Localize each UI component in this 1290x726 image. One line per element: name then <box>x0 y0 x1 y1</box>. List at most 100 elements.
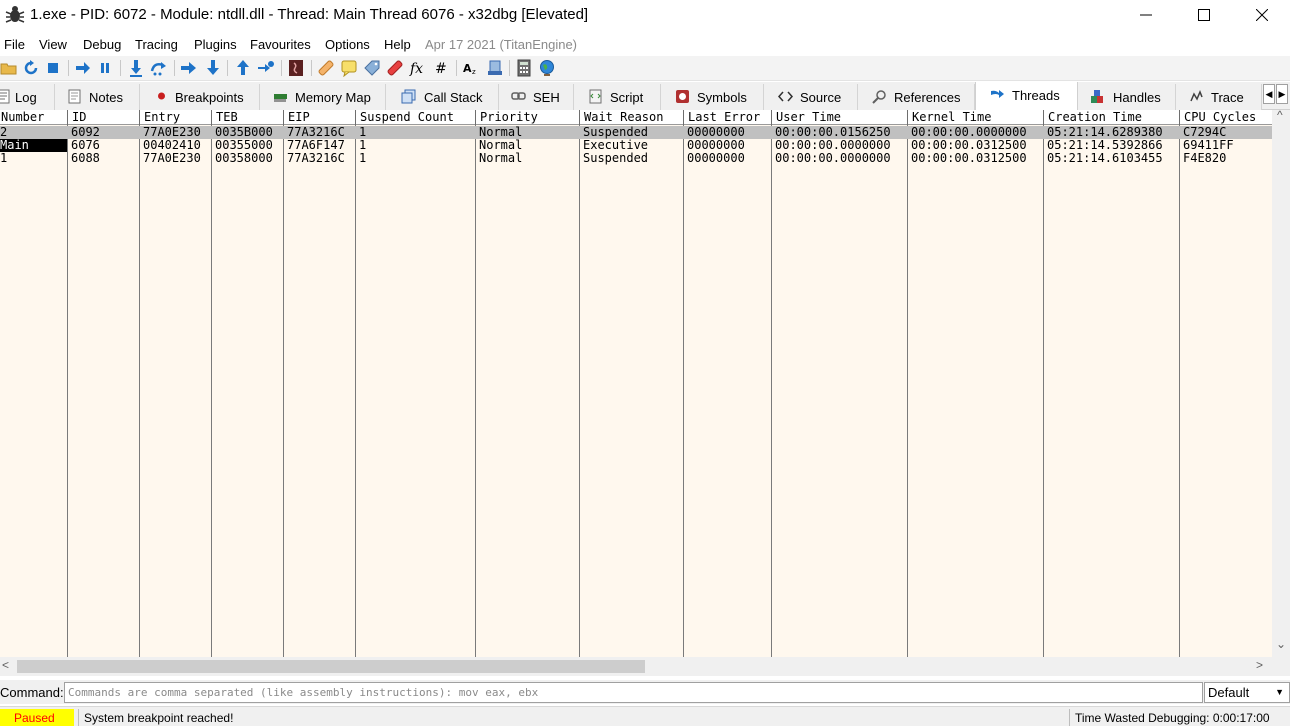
close-button[interactable] <box>1233 0 1290 30</box>
tab-script[interactable]: Script <box>574 84 661 110</box>
cell-priority: Normal <box>479 139 523 152</box>
execute-till-return-icon[interactable] <box>234 59 252 77</box>
command-bar: Command: Commands are comma separated (l… <box>0 680 1290 704</box>
globe-icon[interactable] <box>538 59 556 77</box>
horizontal-scrollbar[interactable]: < > <box>0 657 1272 676</box>
tab-scroll-left[interactable]: ◀ <box>1263 84 1275 104</box>
threads-table[interactable]: Number ID Entry TEB EIP Suspend Count Pr… <box>0 110 1272 657</box>
command-input[interactable]: Commands are comma separated (like assem… <box>64 682 1203 703</box>
menu-options[interactable]: Options <box>325 37 370 52</box>
menu-tracing[interactable]: Tracing <box>135 37 178 52</box>
stop-icon[interactable] <box>44 59 62 77</box>
open-icon[interactable] <box>0 59 18 77</box>
col-cpu-cycles[interactable]: CPU Cycles <box>1180 110 1272 125</box>
cell-eip: 77A3216C <box>287 126 345 139</box>
log-icon <box>0 89 10 104</box>
menu-debug[interactable]: Debug <box>83 37 121 52</box>
cell-eip: 77A3216C <box>287 152 345 165</box>
tab-notes[interactable]: Notes <box>55 84 140 110</box>
col-number[interactable]: Number <box>0 110 68 125</box>
menu-file[interactable]: File <box>4 37 25 52</box>
patch-icon[interactable] <box>317 59 335 77</box>
cell-last-error: 00000000 <box>687 126 745 139</box>
tab-memory-map[interactable]: Memory Map <box>260 84 386 110</box>
module-icon[interactable] <box>486 59 504 77</box>
cell-cpu-cycles: F4E820 <box>1183 152 1227 165</box>
tab-log-label: Log <box>15 90 37 105</box>
run-icon[interactable] <box>74 59 92 77</box>
font-icon[interactable]: Az <box>462 59 480 77</box>
col-wait-reason[interactable]: Wait Reason <box>580 110 684 125</box>
scroll-right-icon[interactable]: > <box>1256 658 1263 672</box>
tab-trace[interactable]: Trace <box>1176 84 1262 110</box>
tab-handles[interactable]: Handles <box>1078 84 1176 110</box>
horizontal-scroll-thumb[interactable] <box>17 660 645 673</box>
menu-help[interactable]: Help <box>384 37 411 52</box>
restart-icon[interactable] <box>22 59 40 77</box>
toolbar-separator <box>311 60 312 76</box>
minimize-button[interactable] <box>1117 0 1175 30</box>
col-user-time[interactable]: User Time <box>772 110 908 125</box>
tab-log[interactable]: Log <box>0 84 55 110</box>
col-teb[interactable]: TEB <box>212 110 284 125</box>
table-row[interactable]: Main 6076 00402410 00355000 77A6F147 1 N… <box>0 139 1272 152</box>
column-divider <box>579 125 580 657</box>
cell-entry: 77A0E230 <box>143 152 201 165</box>
command-mode-select[interactable]: Default ▼ <box>1204 682 1290 703</box>
col-eip[interactable]: EIP <box>284 110 356 125</box>
notes-icon <box>68 89 81 104</box>
build-date: Apr 17 2021 (TitanEngine) <box>425 37 578 52</box>
tab-references-label: References <box>894 90 961 105</box>
tab-threads[interactable]: Threads <box>975 82 1078 111</box>
tab-breakpoints[interactable]: Breakpoints <box>140 84 260 110</box>
comment-icon[interactable] <box>340 59 358 77</box>
step-into-icon[interactable] <box>127 59 145 77</box>
tab-script-label: Script <box>610 90 644 105</box>
hash-icon[interactable]: # <box>432 59 450 77</box>
maximize-button[interactable] <box>1175 0 1233 30</box>
column-divider <box>139 125 140 657</box>
menu-plugins[interactable]: Plugins <box>194 37 237 52</box>
scylla-icon[interactable] <box>287 59 305 77</box>
scroll-up-icon[interactable]: ^ <box>1277 108 1283 122</box>
col-kernel-time[interactable]: Kernel Time <box>908 110 1044 125</box>
label-icon[interactable] <box>363 59 381 77</box>
tab-seh[interactable]: SEH <box>499 84 574 110</box>
table-row[interactable]: 2 6092 77A0E230 0035B000 77A3216C 1 Norm… <box>0 126 1272 139</box>
close-icon <box>1256 9 1268 21</box>
bookmark-icon[interactable] <box>386 59 404 77</box>
calculator-icon[interactable] <box>515 59 533 77</box>
tab-threads-label: Threads <box>1012 88 1060 103</box>
cell-user-time: 00:00:00.0000000 <box>775 152 891 165</box>
col-id[interactable]: ID <box>68 110 140 125</box>
tab-source[interactable]: Source <box>764 84 858 110</box>
step-over-icon[interactable] <box>150 59 168 77</box>
tab-scroll-right[interactable]: ▶ <box>1276 84 1288 104</box>
scroll-left-icon[interactable]: < <box>2 658 9 672</box>
tab-symbols[interactable]: Symbols <box>661 84 764 110</box>
chevron-left-icon: ◀ <box>1265 88 1273 99</box>
scroll-down-icon[interactable]: ⌄ <box>1276 637 1286 651</box>
menu-bar: File View Debug Tracing Plugins Favourit… <box>0 34 1290 56</box>
call-stack-icon <box>401 89 416 104</box>
trace-into-icon[interactable] <box>180 59 198 77</box>
tab-references[interactable]: References <box>858 84 975 110</box>
col-creation-time[interactable]: Creation Time <box>1044 110 1180 125</box>
run-to-user-code-icon[interactable] <box>257 59 275 77</box>
function-icon[interactable]: fx <box>409 59 427 77</box>
col-suspend-count[interactable]: Suspend Count <box>356 110 476 125</box>
tab-call-stack[interactable]: Call Stack <box>386 84 499 110</box>
col-entry[interactable]: Entry <box>140 110 212 125</box>
col-last-error[interactable]: Last Error <box>684 110 772 125</box>
column-divider <box>211 125 212 657</box>
col-priority[interactable]: Priority <box>476 110 580 125</box>
pause-icon[interactable] <box>96 59 114 77</box>
cell-entry: 77A0E230 <box>143 126 201 139</box>
menu-view[interactable]: View <box>39 37 67 52</box>
cell-wait-reason: Suspended <box>583 152 649 165</box>
trace-over-icon[interactable] <box>204 59 222 77</box>
table-row[interactable]: 1 6088 77A0E230 00358000 77A3216C 1 Norm… <box>0 152 1272 165</box>
vertical-scrollbar[interactable]: ^ ⌄ <box>1272 108 1290 657</box>
menu-favourites[interactable]: Favourites <box>250 37 311 52</box>
table-header: Number ID Entry TEB EIP Suspend Count Pr… <box>0 110 1272 125</box>
